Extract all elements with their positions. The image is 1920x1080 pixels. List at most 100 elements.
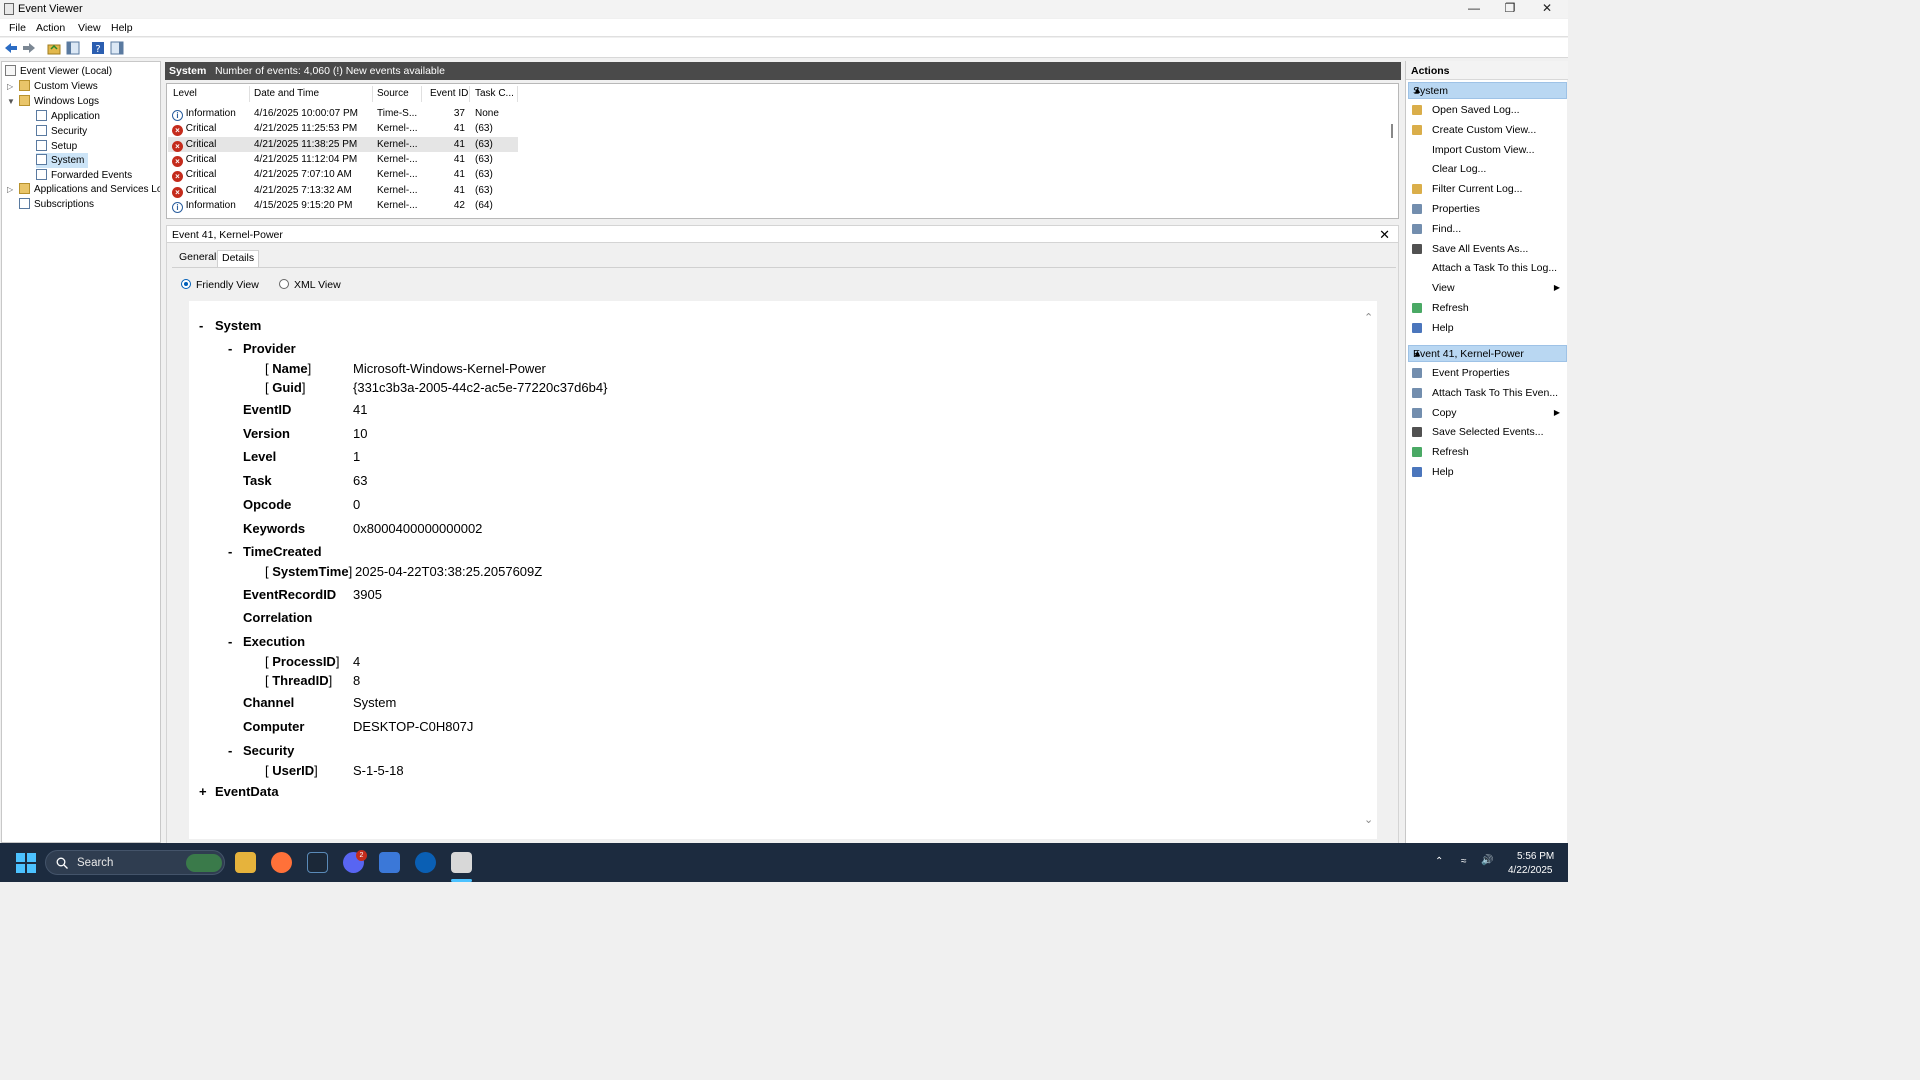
clock-time[interactable]: 5:56 PM: [1517, 851, 1554, 862]
expand-eventdata-toggle[interactable]: +: [199, 784, 207, 799]
tree-item-label: Application: [51, 111, 100, 122]
firefox-icon[interactable]: [271, 852, 292, 873]
tree-item-apps-services[interactable]: ▷ Applications and Services Lo: [7, 182, 160, 197]
action-event-properties[interactable]: Event Properties: [1406, 364, 1566, 382]
event-row[interactable]: × Critical 4/21/2025 11:12:04 PM Kernel-..…: [168, 152, 518, 167]
action-open-saved-log[interactable]: Open Saved Log...: [1406, 101, 1566, 119]
help-icon[interactable]: ?: [91, 41, 105, 55]
column-separator[interactable]: [249, 86, 250, 102]
column-header-source[interactable]: Source: [377, 88, 409, 102]
action-refresh[interactable]: Refresh: [1406, 443, 1566, 461]
action-help[interactable]: Help: [1406, 319, 1566, 337]
back-arrow-icon[interactable]: [4, 41, 18, 55]
wifi-icon[interactable]: ≈: [1461, 856, 1467, 867]
show-action-pane-icon[interactable]: [110, 41, 124, 55]
event-row[interactable]: × Critical 4/21/2025 11:38:25 PM Kernel-..…: [168, 137, 518, 152]
collapse-system-toggle[interactable]: -: [199, 318, 203, 333]
tree-item-subscriptions[interactable]: Subscriptions: [19, 197, 94, 212]
actions-section-event[interactable]: Event 41, Kernel-Power ▲: [1408, 345, 1567, 362]
up-folder-icon[interactable]: [47, 41, 61, 55]
collapse-security-toggle[interactable]: -: [228, 743, 232, 758]
tree-item-application[interactable]: Application: [36, 109, 100, 124]
column-header-task-category[interactable]: Task C...: [475, 88, 514, 102]
show-hidden-icons-chevron-icon[interactable]: ⌃: [1435, 856, 1443, 867]
action-view[interactable]: View ▶: [1406, 279, 1566, 297]
events-scrollbar-thumb[interactable]: [1391, 124, 1393, 138]
tree-item-system[interactable]: System: [36, 153, 88, 168]
steam-icon[interactable]: [307, 852, 328, 873]
chevron-right-icon[interactable]: ▷: [7, 182, 15, 197]
refresh-icon: [1412, 303, 1422, 313]
tree-item-setup[interactable]: Setup: [36, 139, 77, 154]
field-keywords-value: 0x8000400000000002: [353, 521, 483, 536]
collapse-provider-toggle[interactable]: -: [228, 341, 232, 356]
column-separator[interactable]: [421, 86, 422, 102]
app-icon[interactable]: [415, 852, 436, 873]
radio-selected-icon: [181, 279, 191, 289]
action-refresh[interactable]: Refresh: [1406, 299, 1566, 317]
column-header-event-id[interactable]: Event ID: [430, 88, 468, 102]
scroll-down-icon[interactable]: ⌄: [1364, 813, 1373, 826]
collapse-up-icon[interactable]: ▲: [1413, 348, 1562, 358]
chevron-down-icon[interactable]: ▼: [7, 94, 15, 109]
menu-file[interactable]: File: [9, 22, 26, 34]
show-hide-console-tree-icon[interactable]: [66, 41, 80, 55]
forward-arrow-icon[interactable]: [22, 41, 36, 55]
maximize-button[interactable]: ❐: [1492, 0, 1528, 18]
action-help[interactable]: Help: [1406, 463, 1566, 481]
xml-view-radio[interactable]: XML View: [279, 279, 341, 291]
minimize-button[interactable]: —: [1456, 0, 1492, 18]
column-header-level[interactable]: Level: [173, 88, 197, 102]
action-create-custom-view[interactable]: Create Custom View...: [1406, 121, 1566, 139]
find-icon: [1412, 223, 1422, 234]
event-row[interactable]: i Information 4/15/2025 9:15:20 PM Kernel-…: [168, 198, 518, 213]
action-filter-current-log[interactable]: Filter Current Log...: [1406, 180, 1566, 198]
menu-view[interactable]: View: [78, 22, 101, 34]
action-properties[interactable]: Properties: [1406, 200, 1566, 218]
column-header-date[interactable]: Date and Time: [254, 88, 319, 102]
clock-date[interactable]: 4/22/2025: [1508, 865, 1553, 876]
event-row[interactable]: × Critical 4/21/2025 7:13:32 AM Kernel-...…: [168, 183, 518, 198]
tab-details[interactable]: Details: [217, 250, 260, 267]
event-viewer-taskbar-icon[interactable]: [451, 852, 472, 873]
tree-item-security[interactable]: Security: [36, 124, 87, 139]
taskbar-search[interactable]: Search: [45, 850, 225, 875]
file-explorer-icon[interactable]: [235, 852, 256, 873]
column-separator[interactable]: [469, 86, 470, 102]
action-clear-log[interactable]: Clear Log...: [1406, 160, 1566, 178]
menu-action[interactable]: Action: [36, 22, 65, 34]
friendly-view-radio[interactable]: Friendly View: [181, 279, 259, 291]
collapse-up-icon[interactable]: ▲: [1413, 85, 1562, 95]
windows-start-icon[interactable]: [16, 853, 36, 873]
event-row[interactable]: i Information 4/16/2025 10:00:07 PM Time-S…: [168, 106, 518, 121]
action-attach-task-to-this-even[interactable]: Attach Task To This Even...: [1406, 384, 1566, 402]
notepad-icon[interactable]: [379, 852, 400, 873]
event-source: Kernel-...: [377, 154, 418, 165]
tree-item-custom-views[interactable]: ▷ Custom Views: [7, 79, 98, 94]
volume-icon[interactable]: 🔊: [1481, 855, 1493, 866]
actions-section-system[interactable]: System ▲: [1408, 82, 1567, 99]
chevron-right-icon[interactable]: ▷: [7, 79, 15, 94]
close-detail-icon[interactable]: ✕: [1379, 227, 1390, 243]
folder-icon: [19, 95, 30, 106]
action-copy[interactable]: Copy ▶: [1406, 404, 1566, 422]
action-save-all-events-as[interactable]: Save All Events As...: [1406, 240, 1566, 258]
tree-splitter[interactable]: [162, 61, 165, 843]
column-separator[interactable]: [517, 86, 518, 102]
event-row[interactable]: × Critical 4/21/2025 7:07:10 AM Kernel-...…: [168, 167, 518, 182]
action-find[interactable]: Find...: [1406, 220, 1566, 238]
tree-item-windows-logs[interactable]: ▼ Windows Logs: [7, 94, 99, 109]
action-import-custom-view[interactable]: Import Custom View...: [1406, 141, 1566, 159]
action-save-selected-events[interactable]: Save Selected Events...: [1406, 423, 1566, 441]
event-row[interactable]: × Critical 4/21/2025 11:25:53 PM Kernel-..…: [168, 121, 518, 136]
tree-root-event-viewer[interactable]: Event Viewer (Local): [5, 64, 112, 79]
column-separator[interactable]: [372, 86, 373, 102]
scroll-up-icon[interactable]: ⌃: [1364, 311, 1373, 324]
collapse-execution-toggle[interactable]: -: [228, 634, 232, 649]
collapse-timecreated-toggle[interactable]: -: [228, 544, 232, 559]
tree-item-forwarded-events[interactable]: Forwarded Events: [36, 168, 132, 183]
close-button[interactable]: ✕: [1529, 0, 1565, 18]
tab-general[interactable]: General: [175, 250, 220, 267]
menu-help[interactable]: Help: [111, 22, 133, 34]
action-attach-a-task-to-this-log[interactable]: Attach a Task To this Log...: [1406, 259, 1566, 277]
